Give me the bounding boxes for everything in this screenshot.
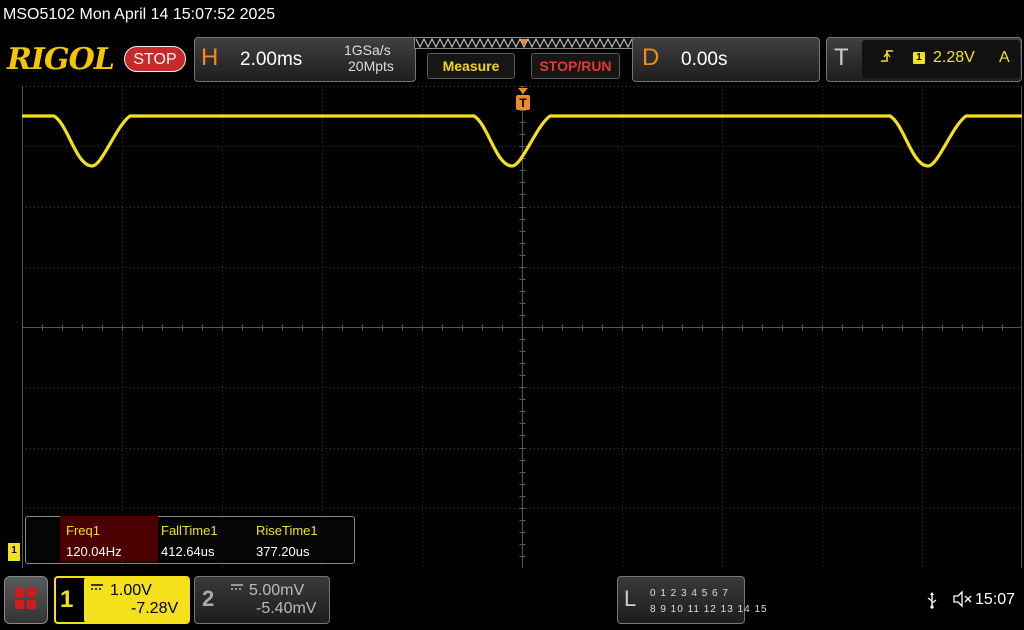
- acquisition-status-badge: STOP: [124, 46, 186, 72]
- trigger-position-marker[interactable]: T: [515, 88, 531, 112]
- title-bar: MSO5102 Mon April 14 15:07:52 2025: [0, 0, 1024, 32]
- measurement-risetime[interactable]: RiseTime1 377.20us: [250, 516, 350, 562]
- memory-position-bar[interactable]: [414, 37, 634, 49]
- measurement-falltime[interactable]: FallTime1 412.64us: [155, 516, 250, 562]
- speaker-mute-icon[interactable]: [952, 590, 972, 608]
- logic-channels-row-2: 8 9 10 11 12 13 14 15: [650, 604, 768, 615]
- waveform-grid: [22, 86, 1022, 568]
- measurement-value: 412.64us: [161, 544, 215, 559]
- measurement-label: Freq1: [66, 523, 100, 538]
- window-title: MSO5102 Mon April 14 15:07:52 2025: [3, 6, 276, 23]
- logic-letter: L: [624, 586, 637, 611]
- system-clock: 15:07: [975, 591, 1016, 608]
- dc-coupling-icon: [91, 584, 103, 590]
- trigger-marker-label: T: [519, 96, 527, 110]
- trigger-mode-value: A: [999, 49, 1010, 66]
- stop-run-button[interactable]: STOP/RUN: [531, 53, 620, 79]
- channel-1-scale: 1.00V: [110, 582, 152, 599]
- time-scale-value: 2.00ms: [240, 49, 303, 70]
- channel-1-number: 1: [60, 586, 74, 613]
- delay-value: 0.00s: [681, 49, 728, 70]
- channel-1-offset-marker[interactable]: 1: [8, 543, 20, 561]
- sample-rate-value: 1GSa/s: [344, 42, 391, 58]
- measurement-freq[interactable]: Freq1 120.04Hz: [60, 516, 158, 562]
- channel-2-number: 2: [202, 586, 215, 611]
- memory-depth-value: 20Mpts: [348, 58, 394, 74]
- delay-letter: D: [642, 44, 660, 71]
- trigger-letter: T: [834, 44, 849, 71]
- measurement-value: 377.20us: [256, 544, 310, 559]
- grid-menu-icon: [15, 588, 37, 610]
- channel-2-scale: 5.00mV: [249, 582, 305, 599]
- rising-edge-icon: [881, 50, 893, 62]
- logic-channels-row-1: 0 1 2 3 4 5 6 7: [650, 588, 729, 599]
- trigger-source-badge: 1: [913, 52, 925, 64]
- measurement-label: FallTime1: [161, 523, 218, 538]
- channel-1-offset: -7.28V: [131, 600, 179, 617]
- horizontal-letter: H: [201, 44, 219, 71]
- usb-icon: [927, 592, 937, 609]
- dc-coupling-icon: [231, 584, 243, 590]
- measure-button[interactable]: Measure: [427, 53, 515, 79]
- trigger-level-value: 2.28V: [933, 49, 975, 66]
- measurement-value: 120.04Hz: [66, 544, 122, 559]
- measurement-label: RiseTime1: [256, 523, 318, 538]
- channel-2-offset: -5.40mV: [256, 600, 317, 617]
- waveform-display[interactable]: [22, 86, 1022, 568]
- brand-logo: RIGOL: [7, 42, 115, 77]
